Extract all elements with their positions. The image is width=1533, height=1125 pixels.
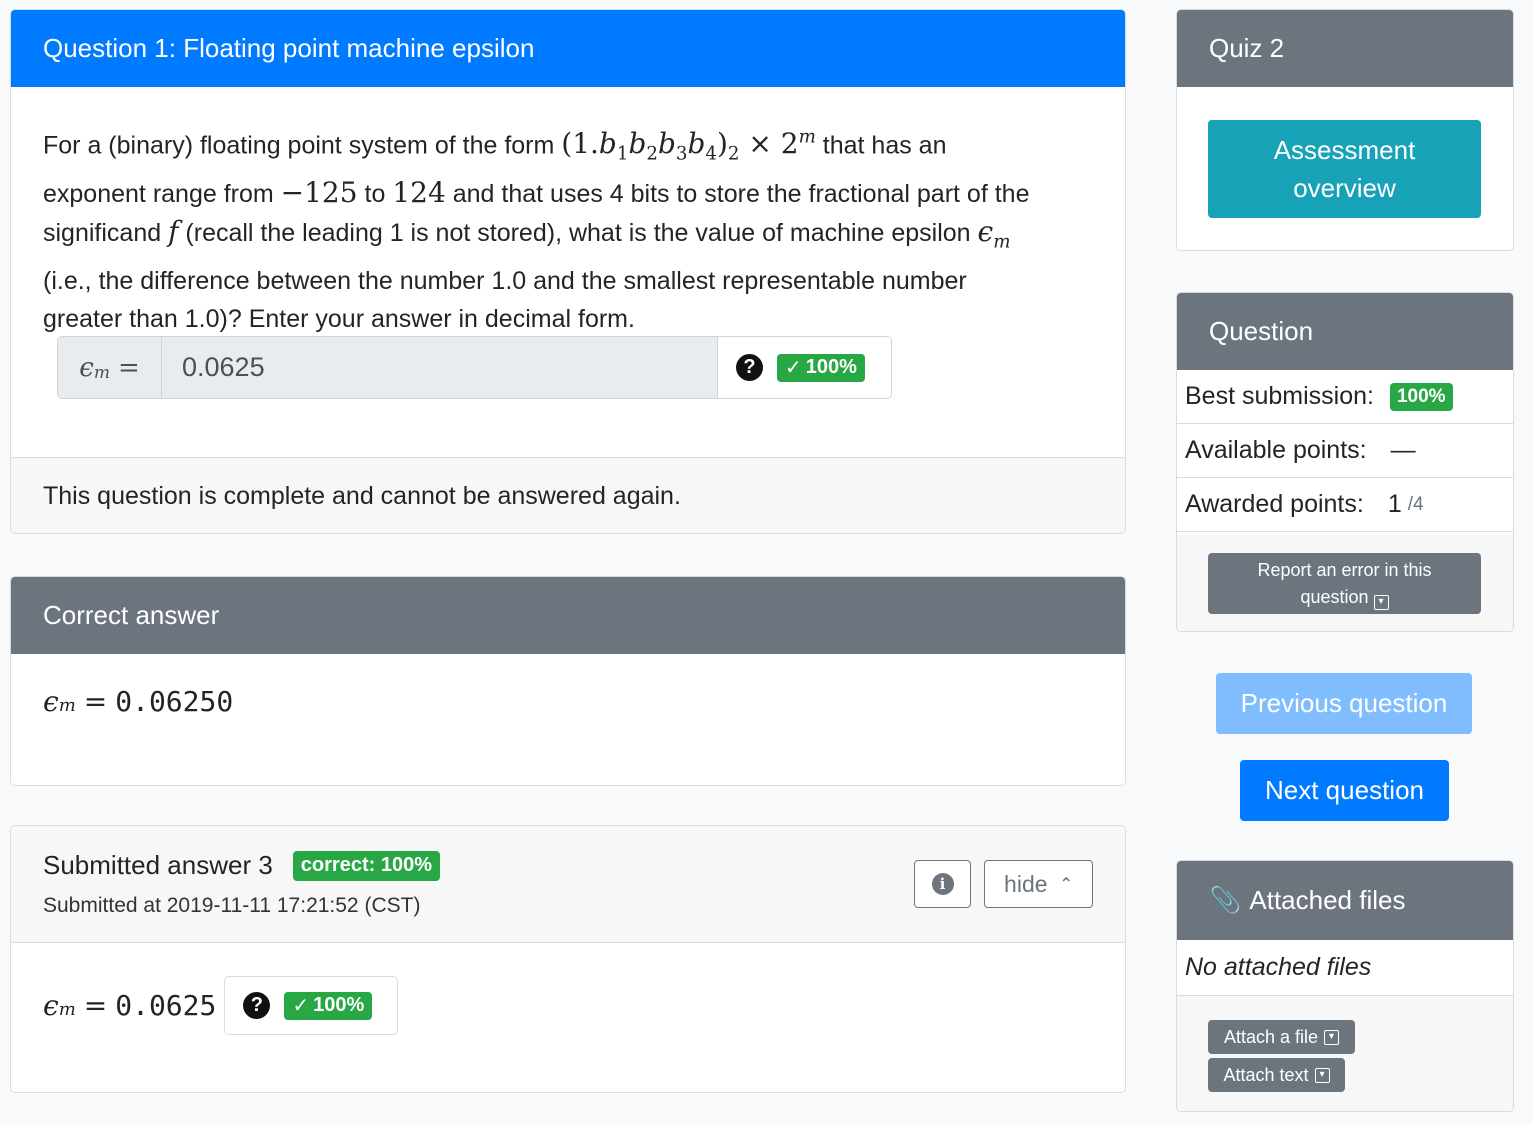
question-footer: This question is complete and cannot be … — [11, 457, 1125, 533]
check-icon: ✓ — [785, 357, 802, 379]
submission-feedback: ? ✓ 100% — [224, 976, 399, 1035]
available-points-row: Available points: — — [1177, 424, 1513, 478]
float-form-math: (1.b1b2b3b4)2 × 2m — [561, 127, 816, 165]
report-error-button[interactable]: Report an error in this question ▾ — [1208, 553, 1481, 614]
no-files-message: No attached files — [1177, 940, 1513, 996]
attached-files-card: 📎 Attached files No attached files Attac… — [1176, 860, 1514, 1112]
attach-file-button[interactable]: Attach a file ▾ — [1208, 1020, 1355, 1054]
f-symbol: f — [168, 214, 179, 248]
correct-answer-value: ϵ m = 0.06250 — [43, 685, 234, 718]
answer-input[interactable]: 0.0625 — [162, 337, 718, 398]
question-info-footer: Report an error in this question ▾ — [1177, 535, 1513, 631]
submitted-answer-card: Submitted answer 3 correct: 100% Submitt… — [10, 825, 1126, 1093]
question-body: For a (binary) floating point system of … — [11, 87, 1125, 338]
question-info-header: Question — [1177, 293, 1513, 370]
quiz-card: Quiz 2 Assessment overview — [1176, 9, 1514, 251]
question-title: Question 1: Floating point machine epsil… — [43, 33, 535, 63]
score-badge: ✓ 100% — [777, 353, 865, 382]
dropdown-box-icon: ▾ — [1324, 1029, 1340, 1045]
answer-feedback: ? ✓ 100% — [718, 337, 891, 398]
attach-text-button[interactable]: Attach text ▾ — [1208, 1058, 1345, 1092]
attached-files-header: 📎 Attached files — [1177, 861, 1513, 940]
help-icon[interactable]: ? — [736, 354, 763, 381]
submission-badge: correct: 100% — [292, 850, 440, 881]
best-submission-row: Best submission: 100% — [1177, 370, 1513, 424]
correct-answer-header: Correct answer — [11, 577, 1125, 654]
question-header: Question 1: Floating point machine epsil… — [11, 10, 1125, 87]
next-question-button[interactable]: Next question — [1240, 760, 1449, 821]
help-icon[interactable]: ? — [243, 992, 271, 1019]
submission-header: Submitted answer 3 correct: 100% Submitt… — [11, 826, 1125, 943]
epsilon-symbol: ϵm — [977, 214, 1011, 253]
submission-title: Submitted answer 3 — [43, 850, 273, 880]
attached-files-footer: Attach a file ▾ Attach text ▾ — [1177, 996, 1513, 1111]
info-icon: i — [931, 873, 954, 895]
complete-message: This question is complete and cannot be … — [43, 482, 681, 510]
chevron-up-icon: ⌃ — [1059, 876, 1073, 893]
best-submission-badge: 100% — [1389, 382, 1453, 411]
question-text: For a (binary) floating point system of … — [43, 127, 1030, 333]
awarded-points-row: Awarded points: 1 /4 — [1177, 478, 1513, 532]
submission-timestamp: Submitted at 2019-11-11 17:21:52 (CST) — [43, 894, 421, 917]
submission-answer: ϵ m = 0.0625 ? ✓ 100% — [43, 976, 399, 1035]
exp-min: −125 — [280, 175, 358, 209]
question-info-card: Question Best submission: 100% Available… — [1176, 292, 1514, 632]
assessment-overview-button[interactable]: Assessment overview — [1208, 120, 1481, 218]
previous-question-button[interactable]: Previous question — [1216, 673, 1472, 734]
submission-info-button[interactable]: i — [914, 860, 971, 908]
exp-max: 124 — [392, 175, 446, 209]
question-card: Question 1: Floating point machine epsil… — [10, 9, 1126, 534]
correct-answer-card: Correct answer ϵ m = 0.06250 — [10, 576, 1126, 786]
check-icon: ✓ — [292, 995, 310, 1017]
input-label: ϵ m = — [58, 337, 162, 398]
dropdown-box-icon: ▾ — [1373, 594, 1389, 610]
quiz-header: Quiz 2 — [1177, 10, 1513, 87]
dropdown-box-icon: ▾ — [1314, 1067, 1330, 1083]
paperclip-icon: 📎 — [1209, 885, 1242, 915]
submission-score-badge: ✓ 100% — [284, 991, 373, 1020]
submission-hide-button[interactable]: hide ⌃ — [984, 860, 1093, 908]
submission-value: 0.0625 — [115, 989, 217, 1022]
answer-input-group: ϵ m = 0.0625 ? ✓ 100% — [57, 336, 892, 399]
